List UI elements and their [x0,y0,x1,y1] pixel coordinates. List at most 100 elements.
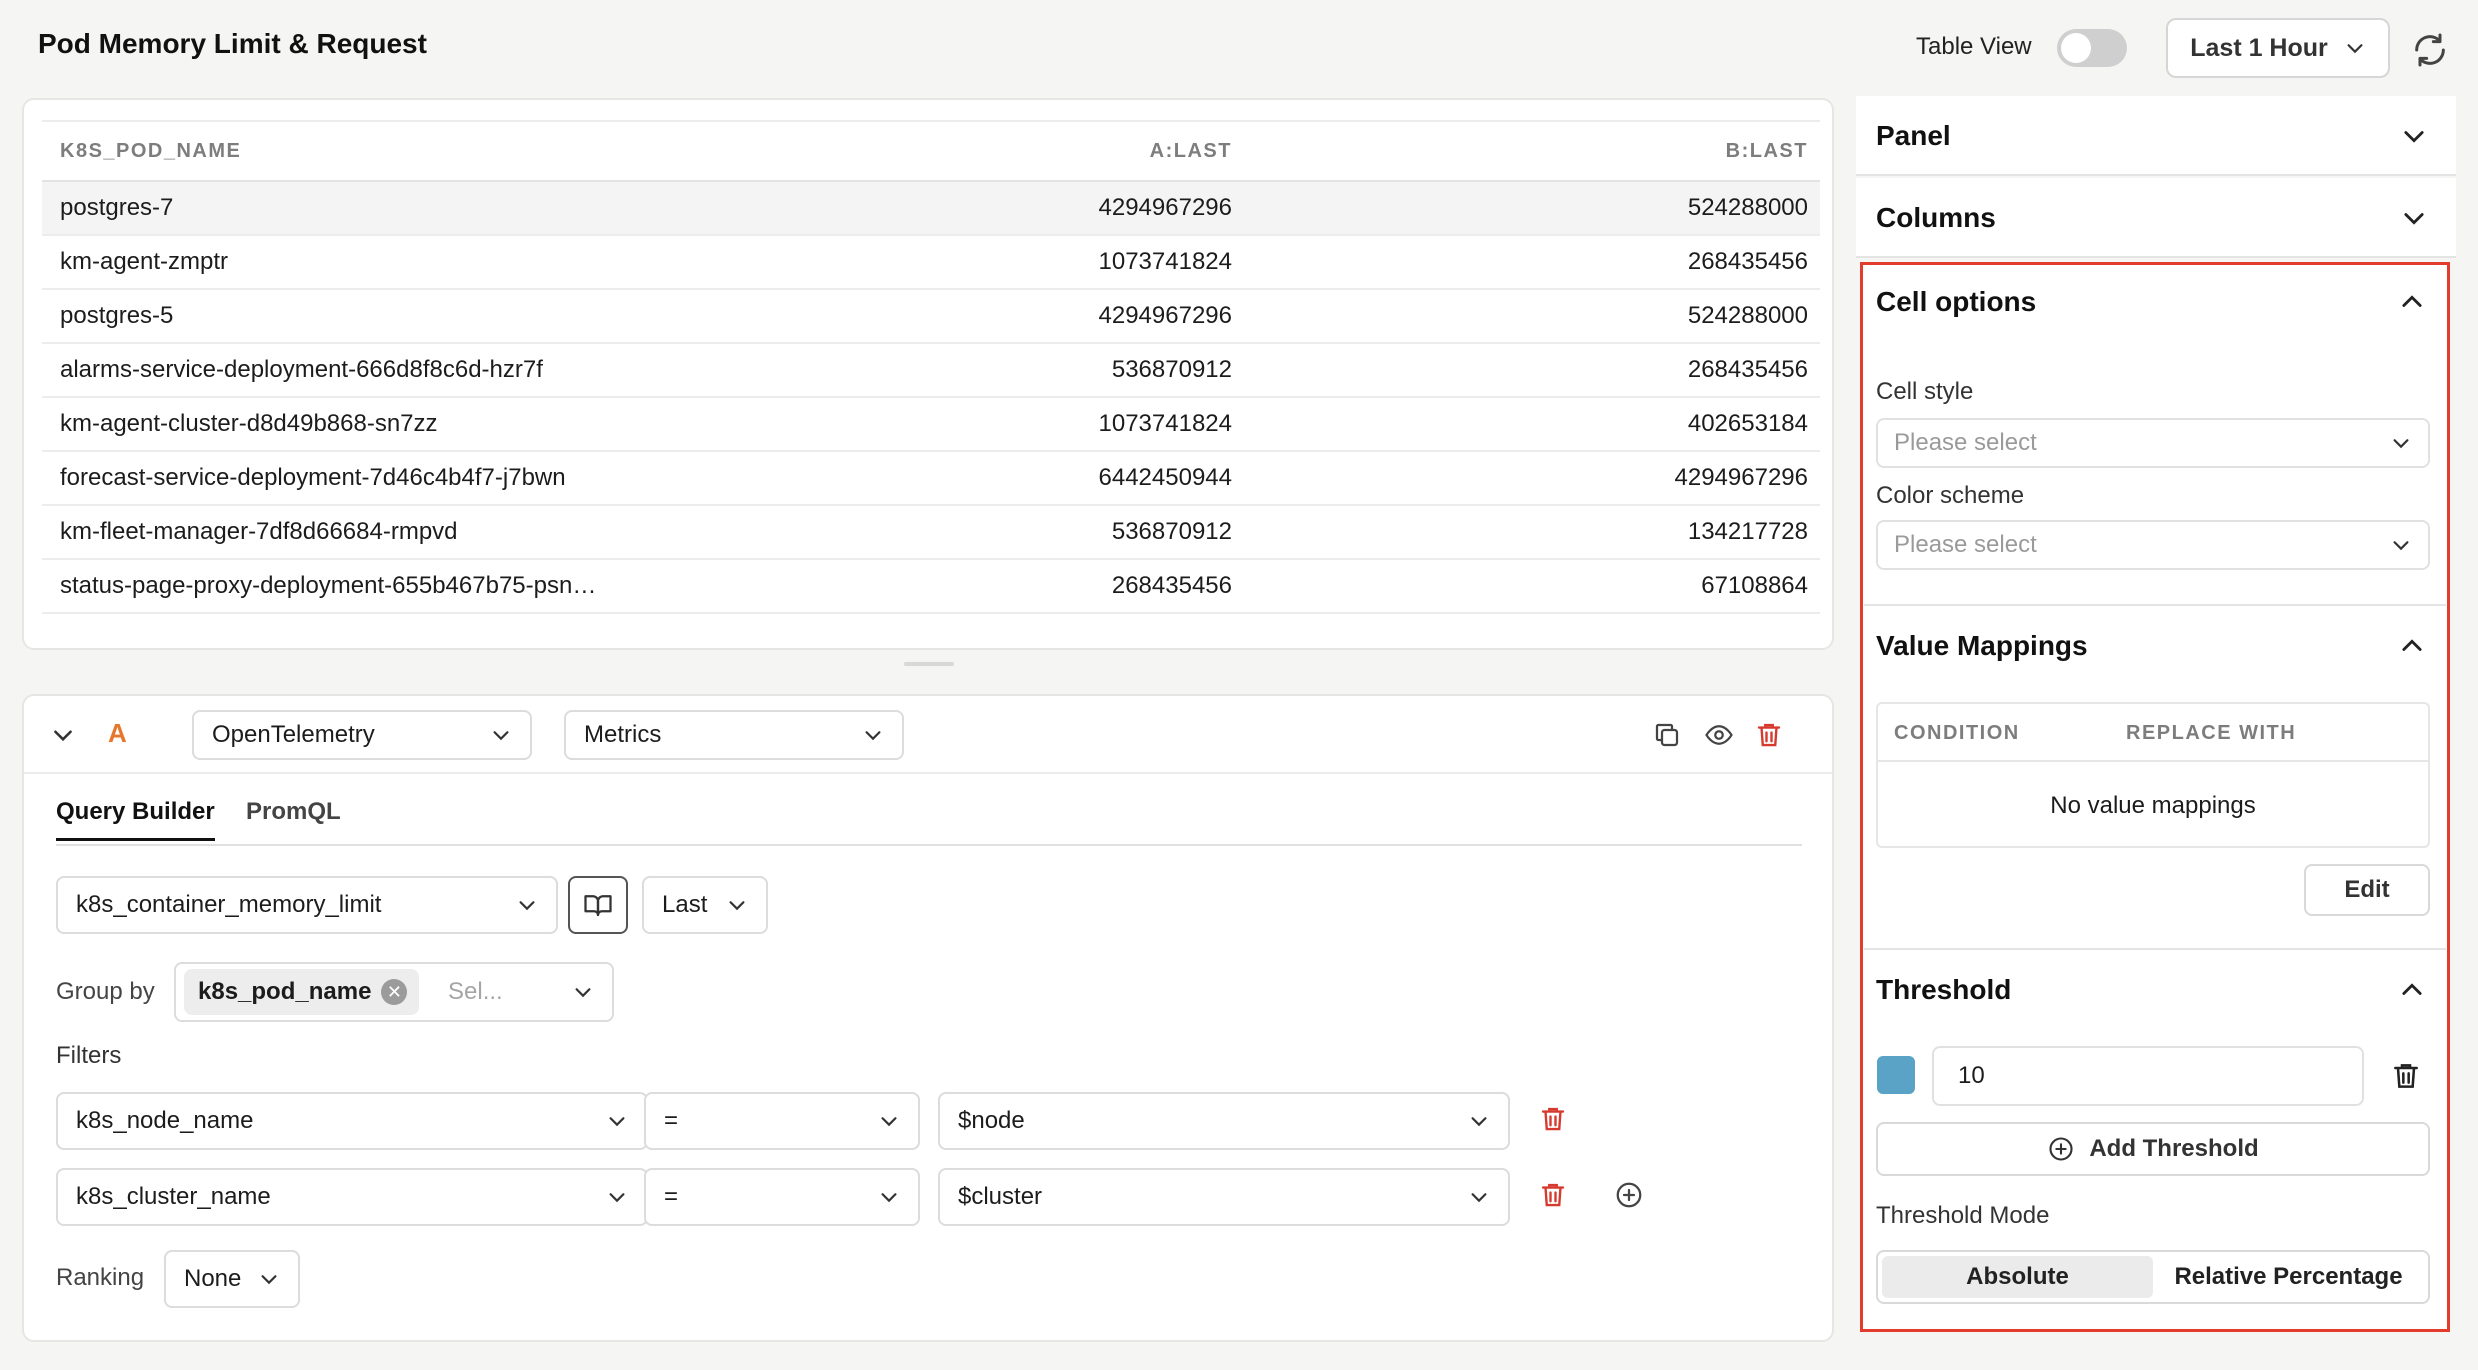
chevron-up-icon[interactable] [2398,288,2426,316]
results-table: K8S_POD_NAME A:LAST B:LAST postgres-7 42… [42,120,1820,614]
panel-section[interactable]: Panel [1856,96,2456,176]
chevron-down-icon [2393,439,2409,449]
close-icon[interactable]: ✕ [381,979,408,1005]
signal-value: Metrics [584,721,662,748]
metric-value: k8s_container_memory_limit [76,891,382,918]
datasource-select[interactable]: OpenTelemetry [192,710,532,760]
chevron-down-icon [1471,1117,1487,1127]
edit-button[interactable]: Edit [2304,864,2430,916]
refresh-button[interactable] [2410,30,2450,70]
group-by-chip-label: k8s_pod_name [198,978,372,1005]
table-row[interactable]: forecast-service-deployment-7d46c4b4f7-j… [42,452,1820,506]
column-header-a-last[interactable]: A:LAST [1042,140,1232,163]
resize-handle[interactable] [904,662,954,666]
trash-icon[interactable] [1538,1104,1568,1134]
chevron-down-icon [2347,44,2363,54]
eye-icon[interactable] [1704,720,1734,750]
collapse-chevron-icon[interactable] [50,722,76,748]
cell-pod-name: postgres-5 [60,302,174,329]
add-threshold-button[interactable]: Add Threshold [1876,1122,2430,1176]
page-title: Pod Memory Limit & Request [38,28,427,59]
table-row[interactable]: km-agent-zmptr 1073741824 268435456 [42,236,1820,290]
tab-promql[interactable]: PromQL [246,798,341,838]
vm-empty-text: No value mappings [2050,792,2256,819]
chevron-up-icon[interactable] [2398,976,2426,1004]
plus-circle-icon [2049,1137,2073,1161]
cell-a-last: 536870912 [1111,356,1232,383]
threshold-color-swatch[interactable] [1877,1056,1915,1094]
cell-pod-name: km-agent-cluster-d8d49b868-sn7zz [60,410,438,437]
cell-b-last: 4294967296 [1674,464,1808,491]
filter-value-select[interactable]: $cluster [938,1168,1510,1226]
filter-value: $node [958,1107,1025,1134]
refresh-icon [2415,33,2445,67]
table-row[interactable]: alarms-service-deployment-666d8f8c6d-hzr… [42,344,1820,398]
cell-style-select[interactable]: Please select [1876,418,2430,468]
chevron-down-icon [519,901,535,911]
threshold-value-input[interactable]: 10 [1932,1046,2364,1106]
filter-value-select[interactable]: $node [938,1092,1510,1150]
column-header-pod-name[interactable]: K8S_POD_NAME [42,140,1042,163]
table-header: K8S_POD_NAME A:LAST B:LAST [42,120,1820,182]
chevron-down-icon [2404,131,2424,143]
filter-operator-select[interactable]: = [644,1168,920,1226]
cell-b-last: 402653184 [1687,410,1808,437]
time-range-button[interactable]: Last 1 Hour [2166,18,2390,78]
table-view-toggle[interactable] [2057,29,2127,67]
signal-select[interactable]: Metrics [564,710,904,760]
threshold-title[interactable]: Threshold [1876,974,2011,1006]
book-icon [584,895,612,917]
group-by-chip: k8s_pod_name ✕ [184,969,420,1015]
add-threshold-label: Add Threshold [2089,1135,2259,1162]
cell-pod-name: km-fleet-manager-7df8d66684-rmpvd [60,518,458,545]
chevron-down-icon [575,988,591,998]
columns-section[interactable]: Columns [1856,178,2456,258]
threshold-mode-label: Threshold Mode [1876,1202,2050,1229]
cell-a-last: 4294967296 [1098,194,1232,221]
chevron-down-icon [881,1117,897,1127]
filter-key-select[interactable]: k8s_cluster_name [56,1168,648,1226]
toggle-knob [2061,33,2091,63]
trash-icon[interactable] [1538,1180,1568,1210]
aggregation-select[interactable]: Last [642,876,768,934]
table-row[interactable]: km-fleet-manager-7df8d66684-rmpvd 536870… [42,506,1820,560]
tab-query-builder[interactable]: Query Builder [56,798,215,841]
section-divider [1864,948,2446,950]
table-row[interactable]: postgres-7 4294967296 524288000 [42,182,1820,236]
cell-b-last: 524288000 [1687,194,1808,221]
filter-operator-select[interactable]: = [644,1092,920,1150]
cell-options-title[interactable]: Cell options [1876,286,2036,318]
chevron-down-icon [609,1117,625,1127]
cell-a-last: 4294967296 [1098,302,1232,329]
copy-icon[interactable] [1652,720,1682,750]
table-row[interactable]: postgres-5 4294967296 524288000 [42,290,1820,344]
query-header: A OpenTelemetry Metrics [24,696,1832,774]
metric-docs-button[interactable] [568,876,628,934]
vm-table-header: CONDITION REPLACE WITH [1878,704,2428,762]
threshold-mode-relative[interactable]: Relative Percentage [2153,1256,2424,1298]
cell-b-last: 134217728 [1687,518,1808,545]
threshold-mode-absolute[interactable]: Absolute [1882,1256,2153,1298]
add-filter-icon[interactable] [1614,1180,1644,1210]
ranking-value: None [184,1265,242,1292]
threshold-value: 10 [1958,1062,1985,1089]
chevron-up-icon[interactable] [2398,632,2426,660]
aggregation-value: Last [662,891,708,918]
ranking-select[interactable]: None [164,1250,300,1308]
color-scheme-select[interactable]: Please select [1876,520,2430,570]
filter-operator-value: = [664,1107,679,1134]
table-row[interactable]: km-agent-cluster-d8d49b868-sn7zz 1073741… [42,398,1820,452]
trash-icon[interactable] [2390,1060,2422,1092]
cell-pod-name: alarms-service-deployment-666d8f8c6d-hzr… [60,356,543,383]
table-row[interactable]: status-page-proxy-deployment-655b467b75-… [42,560,1820,614]
trash-icon[interactable] [1754,720,1784,750]
metric-select[interactable]: k8s_container_memory_limit [56,876,558,934]
filter-key-select[interactable]: k8s_node_name [56,1092,648,1150]
vm-column-condition: CONDITION [1894,722,2020,744]
value-mappings-title[interactable]: Value Mappings [1876,630,2088,662]
column-header-b-last[interactable]: B:LAST [1232,140,1808,163]
color-scheme-label: Color scheme [1876,482,2025,509]
filter-key-value: k8s_node_name [76,1107,254,1134]
cell-a-last: 1073741824 [1098,248,1232,275]
section-title: Columns [1876,202,1996,233]
